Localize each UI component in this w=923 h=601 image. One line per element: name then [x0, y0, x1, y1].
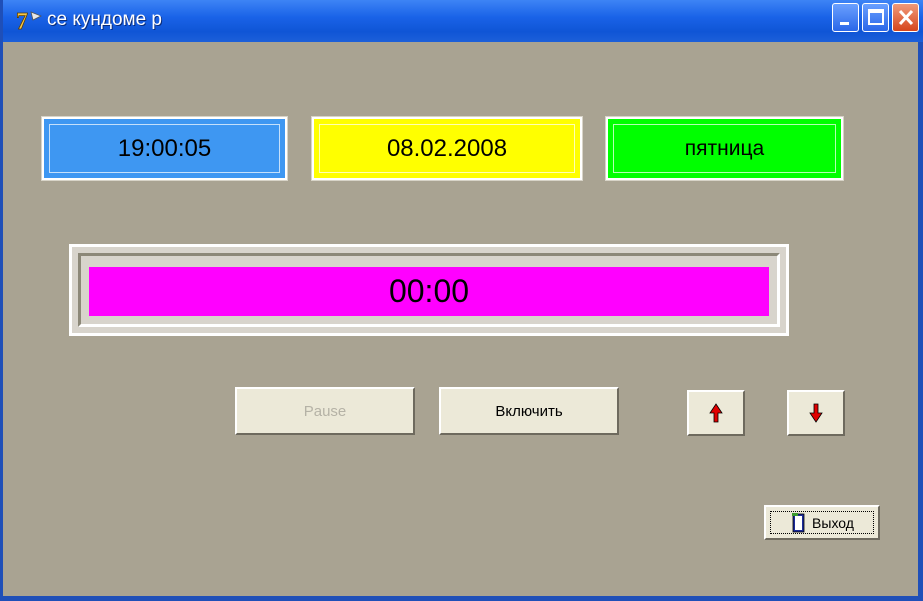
minimize-icon — [840, 22, 849, 25]
increase-button[interactable] — [687, 390, 745, 436]
time-display-inner-border — [49, 124, 280, 173]
title-bar[interactable]: 7 се кундоме р — [3, 0, 923, 42]
exit-button-label: Выход — [812, 514, 854, 531]
weekday-display: пятница — [605, 116, 844, 181]
app-window: 7 се кундоме р 19:00:05 08.02.2008 пятни… — [0, 0, 923, 601]
start-button[interactable]: Включить — [439, 387, 619, 435]
decrease-button[interactable] — [787, 390, 845, 436]
arrow-up-icon — [709, 403, 723, 423]
maximize-button[interactable] — [862, 3, 889, 32]
date-display: 08.02.2008 — [311, 116, 583, 181]
start-button-label: Включить — [495, 402, 563, 420]
exit-button-content: Выход — [790, 512, 854, 533]
close-button[interactable] — [892, 3, 919, 32]
svg-text:7: 7 — [16, 9, 28, 34]
pause-button[interactable]: Pause — [235, 387, 415, 435]
exit-button[interactable]: Выход — [764, 505, 880, 540]
weekday-display-inner-border — [613, 124, 836, 173]
app-icon: 7 — [16, 9, 42, 34]
time-display: 19:00:05 — [41, 116, 288, 181]
window-title: се кундоме р — [47, 9, 162, 30]
maximize-icon — [868, 9, 884, 25]
stopwatch-value: 00:00 — [388, 273, 470, 309]
minimize-button[interactable] — [832, 3, 859, 32]
arrow-down-icon — [809, 403, 823, 423]
pause-button-label: Pause — [303, 402, 347, 420]
stopwatch-display: 00:00 — [89, 267, 769, 316]
exit-door-icon — [792, 512, 805, 532]
stopwatch-panel: 00:00 — [69, 244, 789, 336]
close-icon — [898, 9, 914, 26]
date-display-inner-border — [319, 124, 575, 173]
